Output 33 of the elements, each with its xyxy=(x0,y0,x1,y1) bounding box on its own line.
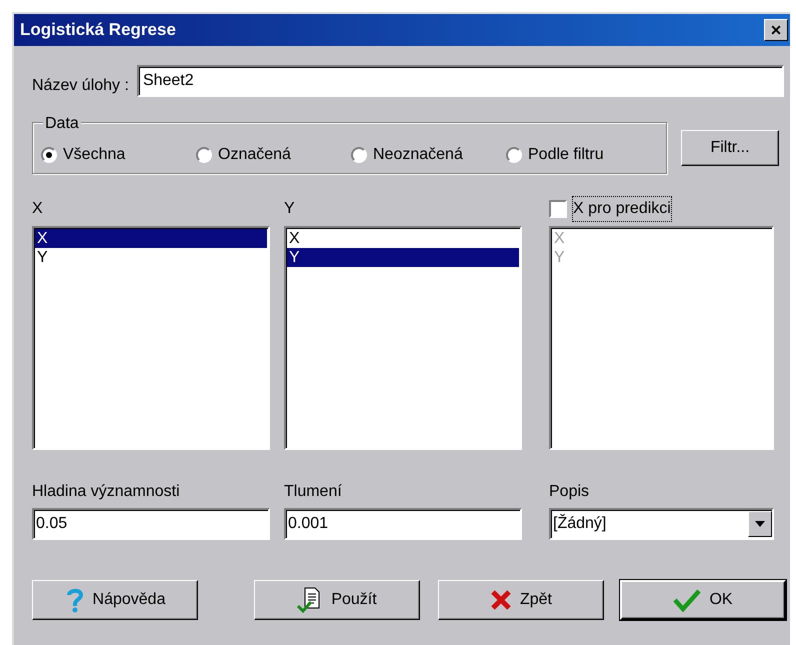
list-item[interactable]: Y xyxy=(35,248,267,267)
input-field[interactable]: 0.05 xyxy=(32,508,270,540)
field-label: Hladina významnosti xyxy=(32,482,181,502)
window-title: Logistická Regrese xyxy=(20,19,176,42)
list-box[interactable]: X Y xyxy=(32,226,270,450)
radio-button[interactable]: Všechna xyxy=(41,143,196,167)
close-button[interactable]: × xyxy=(764,19,788,41)
field-label: Název úlohy : xyxy=(32,76,129,96)
input-field[interactable]: 0.001 xyxy=(284,508,522,540)
help-button[interactable]: Nápověda xyxy=(32,580,198,620)
radio-button[interactable]: Podle filtru xyxy=(506,143,646,167)
list-item: Y xyxy=(553,248,566,267)
ok-button[interactable]: OK xyxy=(620,580,786,620)
list-item[interactable]: X xyxy=(35,229,267,248)
list-item: X xyxy=(553,229,566,248)
filter-button[interactable]: Filtr... xyxy=(681,130,779,166)
cancel-button[interactable]: Zpět xyxy=(438,580,604,620)
cross-icon xyxy=(490,589,512,611)
radio-button[interactable]: Označená xyxy=(196,143,351,167)
input-field[interactable]: Sheet2 xyxy=(136,65,784,97)
list-label: Y xyxy=(284,199,295,219)
list-item[interactable]: Y xyxy=(287,248,519,267)
checkmark-icon xyxy=(673,588,702,612)
help-icon xyxy=(64,587,85,613)
dropdown[interactable]: [Žádný] xyxy=(549,508,774,540)
radio-button[interactable]: Neoznačená xyxy=(351,143,506,167)
apply-button[interactable]: Použít xyxy=(254,580,420,620)
field-label: Popis xyxy=(549,482,590,502)
list-box[interactable]: X Y xyxy=(284,226,522,450)
list-item[interactable]: X xyxy=(287,229,519,248)
field-label: Tlumení xyxy=(284,482,343,502)
dropdown-value: [Žádný] xyxy=(553,513,608,534)
list-label: X xyxy=(32,199,43,219)
